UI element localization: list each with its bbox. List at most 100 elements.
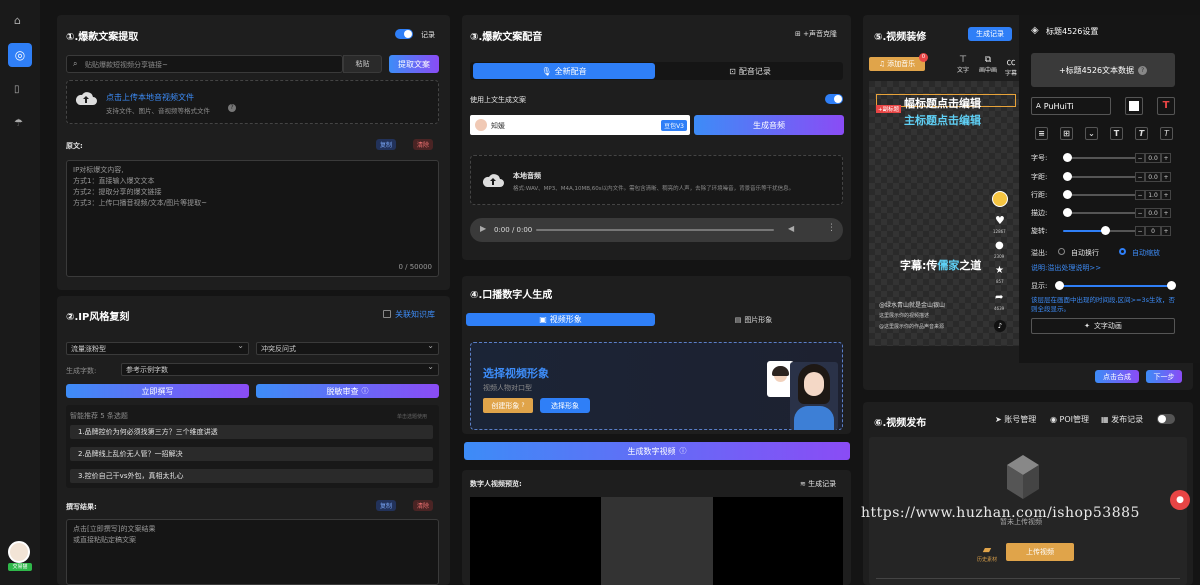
count-select[interactable]: 参考示例字数: [121, 362, 439, 376]
topic-item[interactable]: 1.品牌控价为何必须找第三方？三个维度讲透: [70, 425, 433, 439]
show-start-knob[interactable]: [1055, 281, 1064, 290]
knowledge-checkbox[interactable]: [383, 310, 391, 318]
compose-button[interactable]: 点击合成: [1095, 370, 1139, 383]
generate-digital-button[interactable]: 生成数字视频 ⓘ: [464, 442, 850, 460]
publish-record-button[interactable]: ▦ 发布记录: [1101, 414, 1143, 425]
minus-button[interactable]: −: [1135, 153, 1145, 163]
headline-1[interactable]: 幅标题点击编辑: [904, 95, 981, 111]
format-select[interactable]: 冲突反问式: [256, 341, 439, 355]
subtitle-text[interactable]: 字幕:传儒家之道: [900, 257, 981, 273]
tab-image-avatar[interactable]: ▤ 图片形象: [659, 313, 848, 326]
clear-button[interactable]: 清除: [413, 139, 434, 150]
show-end-knob[interactable]: [1167, 281, 1176, 290]
line-height-value[interactable]: 1.0: [1145, 190, 1161, 200]
spacing-value[interactable]: 0.0: [1145, 172, 1161, 182]
line-height-stepper[interactable]: −1.0 +: [1135, 190, 1171, 200]
font-select[interactable]: A PuHuiTi: [1031, 97, 1111, 115]
use-above-toggle[interactable]: [825, 94, 843, 104]
generate-audio-button[interactable]: 生成音频: [694, 115, 844, 135]
tool-pip[interactable]: ⧉ 画中画: [979, 55, 997, 74]
italic-button[interactable]: T: [1135, 127, 1148, 140]
copy-result-button[interactable]: 复制: [376, 500, 397, 511]
copy-button[interactable]: 复制: [376, 139, 397, 150]
more-icon[interactable]: ⋮: [827, 223, 836, 233]
topic-item[interactable]: 2.品牌线上乱价无人管？一招解决: [70, 447, 433, 461]
original-textarea[interactable]: IP对标爆文内容, 方式1：直接输入爆文文本 方式2：提取分享的爆文链接 方式3…: [66, 160, 439, 277]
minus-button[interactable]: −: [1135, 226, 1145, 236]
italic-alt-button[interactable]: T: [1160, 127, 1173, 140]
link-input[interactable]: ⌕ 贴贴爆款短视频分享链接~: [66, 55, 343, 73]
umbrella-icon[interactable]: ☂: [14, 118, 26, 130]
rewrite-button[interactable]: 立即撰写: [66, 384, 249, 398]
play-icon[interactable]: ▶: [480, 224, 486, 233]
record-toggle[interactable]: [395, 29, 413, 39]
paste-button[interactable]: 粘贴: [343, 55, 382, 73]
chat-float-button[interactable]: ●: [1170, 490, 1190, 510]
sub-tag[interactable]: +副标题: [876, 105, 902, 113]
stroke-knob[interactable]: [1063, 208, 1072, 217]
minus-button[interactable]: −: [1135, 172, 1145, 182]
add-music-button[interactable]: ♫ 添加音乐: [869, 57, 925, 71]
text-animation-button[interactable]: ✦ 文字动画: [1031, 318, 1175, 334]
color-swatch-white[interactable]: [1125, 97, 1143, 115]
line-height-knob[interactable]: [1063, 190, 1072, 199]
voice-clone-button[interactable]: ⊞ +声音克隆: [795, 29, 837, 39]
size-stepper[interactable]: −0.0 +: [1135, 153, 1171, 163]
text-color-button[interactable]: T: [1157, 97, 1175, 115]
create-avatar-button[interactable]: 创建形象 ?: [483, 398, 533, 413]
bold-button[interactable]: T: [1110, 127, 1123, 140]
tab-video-avatar[interactable]: ▣ 视频形象: [466, 313, 655, 326]
opt-scale-label[interactable]: 自动缩放: [1132, 248, 1160, 258]
opt-wrap-label[interactable]: 自动换行: [1071, 248, 1099, 258]
spacing-knob[interactable]: [1063, 172, 1072, 181]
radio-scale[interactable]: [1119, 248, 1126, 255]
stroke-value[interactable]: 0.0: [1145, 208, 1161, 218]
topic-item[interactable]: 3.控价自己干vs外包，真相太扎心: [70, 469, 433, 483]
size-value[interactable]: 0.0: [1145, 153, 1161, 163]
sidebar-active-button[interactable]: ◎: [8, 43, 32, 67]
generate-record-button[interactable]: ≋ 生成记录: [800, 479, 836, 489]
align-down-button[interactable]: ⌄: [1085, 127, 1098, 140]
extract-button[interactable]: 提取文案: [389, 55, 439, 73]
tool-text[interactable]: ⊤ 文字: [956, 55, 970, 74]
minus-button[interactable]: −: [1135, 208, 1145, 218]
tab-dub-record[interactable]: ⊡ 配音记录: [659, 63, 841, 79]
knowledge-label[interactable]: 关联知识库: [395, 309, 435, 320]
plus-button[interactable]: +: [1161, 190, 1171, 200]
headline-2[interactable]: 主标题点击编辑: [904, 112, 981, 128]
plus-button[interactable]: +: [1161, 208, 1171, 218]
rotate-knob[interactable]: [1101, 226, 1110, 235]
audio-progress[interactable]: [536, 229, 774, 231]
upload-video-button[interactable]: 上传视频: [1006, 543, 1074, 561]
spacing-stepper[interactable]: −0.0 +: [1135, 172, 1171, 182]
voice-selector[interactable]: 知媛 豆包V3: [470, 115, 690, 135]
style-select[interactable]: 流量涨粉型: [66, 341, 249, 355]
rotate-value[interactable]: 0: [1145, 226, 1161, 236]
align-left-button[interactable]: ≡: [1035, 127, 1048, 140]
show-range-slider[interactable]: [1055, 281, 1176, 290]
plus-button[interactable]: +: [1161, 153, 1171, 163]
stroke-stepper[interactable]: −0.0 +: [1135, 208, 1171, 218]
decorate-record-button[interactable]: 生成记录: [968, 27, 1012, 41]
clear-result-button[interactable]: 清除: [413, 500, 434, 511]
minus-button[interactable]: −: [1135, 190, 1145, 200]
phone-icon[interactable]: ▯: [14, 84, 26, 96]
plus-button[interactable]: +: [1161, 172, 1171, 182]
tab-new-dub[interactable]: 🎙︎ 全新配音: [473, 63, 655, 79]
history-button[interactable]: ▰ 历史素材: [975, 543, 999, 563]
next-button[interactable]: 下一步: [1146, 370, 1182, 383]
audio-player[interactable]: ▶ 0:00 / 0:00 ◀︎ ⋮: [470, 218, 843, 242]
poi-button[interactable]: ◉ POI管理: [1050, 414, 1089, 425]
home-icon[interactable]: ⌂: [14, 14, 26, 27]
volume-icon[interactable]: ◀︎: [788, 224, 794, 233]
account-button[interactable]: ➤ 账号管理: [995, 414, 1036, 425]
add-text-data-button[interactable]: +标题4526文本数据 ?: [1031, 53, 1175, 87]
plus-button[interactable]: +: [1161, 226, 1171, 236]
rotate-stepper[interactable]: −0 +: [1135, 226, 1171, 236]
overflow-help-link[interactable]: 说明:溢出处理说明>>: [1031, 263, 1101, 273]
choose-avatar-button[interactable]: 选择形象: [540, 398, 590, 413]
tool-subtitle[interactable]: ㏄字幕: [1004, 55, 1018, 77]
result-textarea[interactable]: 点击[立即撰写]的文案结果 或直接粘贴定稿文案: [66, 519, 439, 585]
radio-wrap[interactable]: [1058, 248, 1065, 255]
publish-toggle[interactable]: [1157, 414, 1175, 424]
